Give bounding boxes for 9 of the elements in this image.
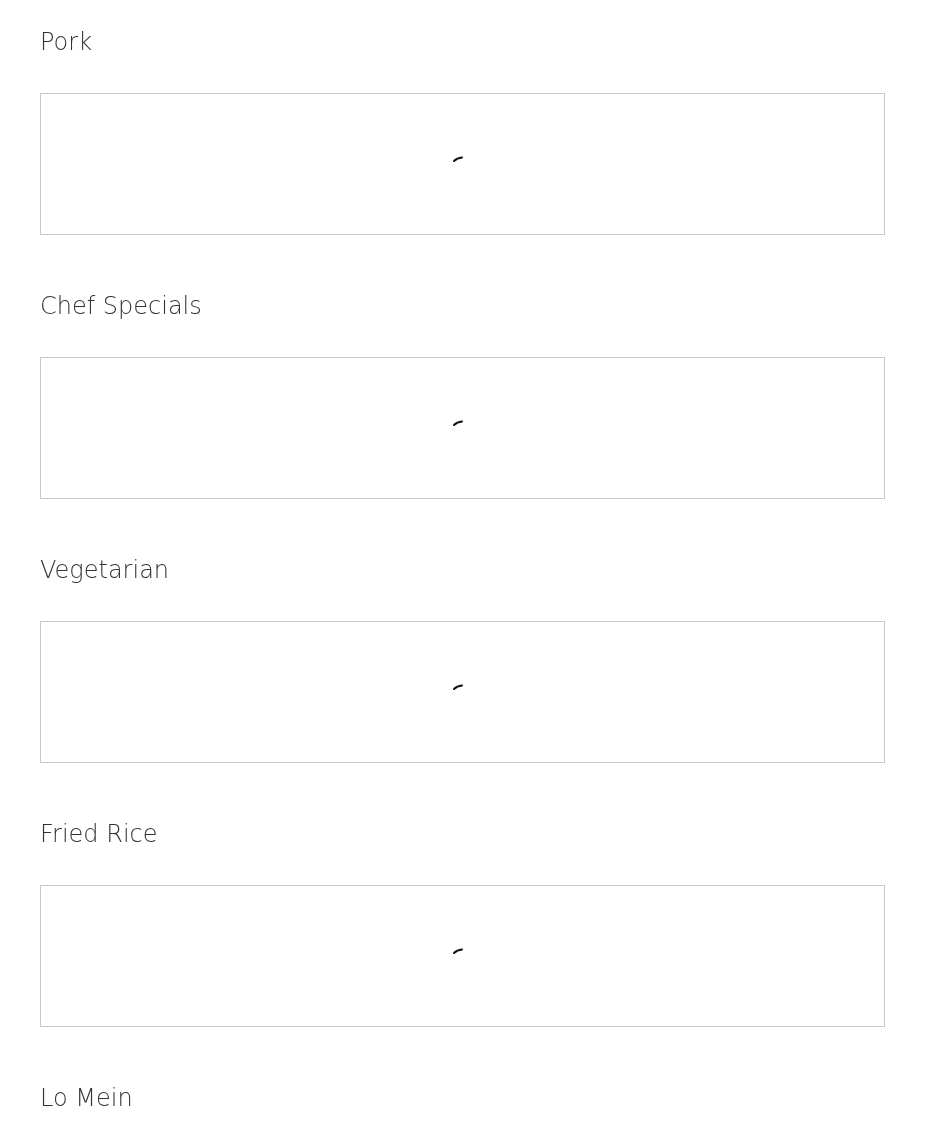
section-heading: Lo Mein: [40, 1083, 133, 1114]
section-heading: Vegetarian: [40, 555, 170, 586]
loading-spinner-icon: [452, 684, 463, 690]
section-heading: Pork: [40, 27, 93, 58]
loading-spinner-icon: [452, 420, 463, 426]
section-heading: Fried Rice: [40, 819, 158, 850]
loading-spinner-icon: [452, 156, 463, 162]
section-heading: Chef Specials: [40, 291, 202, 322]
loading-spinner-icon: [452, 948, 463, 954]
